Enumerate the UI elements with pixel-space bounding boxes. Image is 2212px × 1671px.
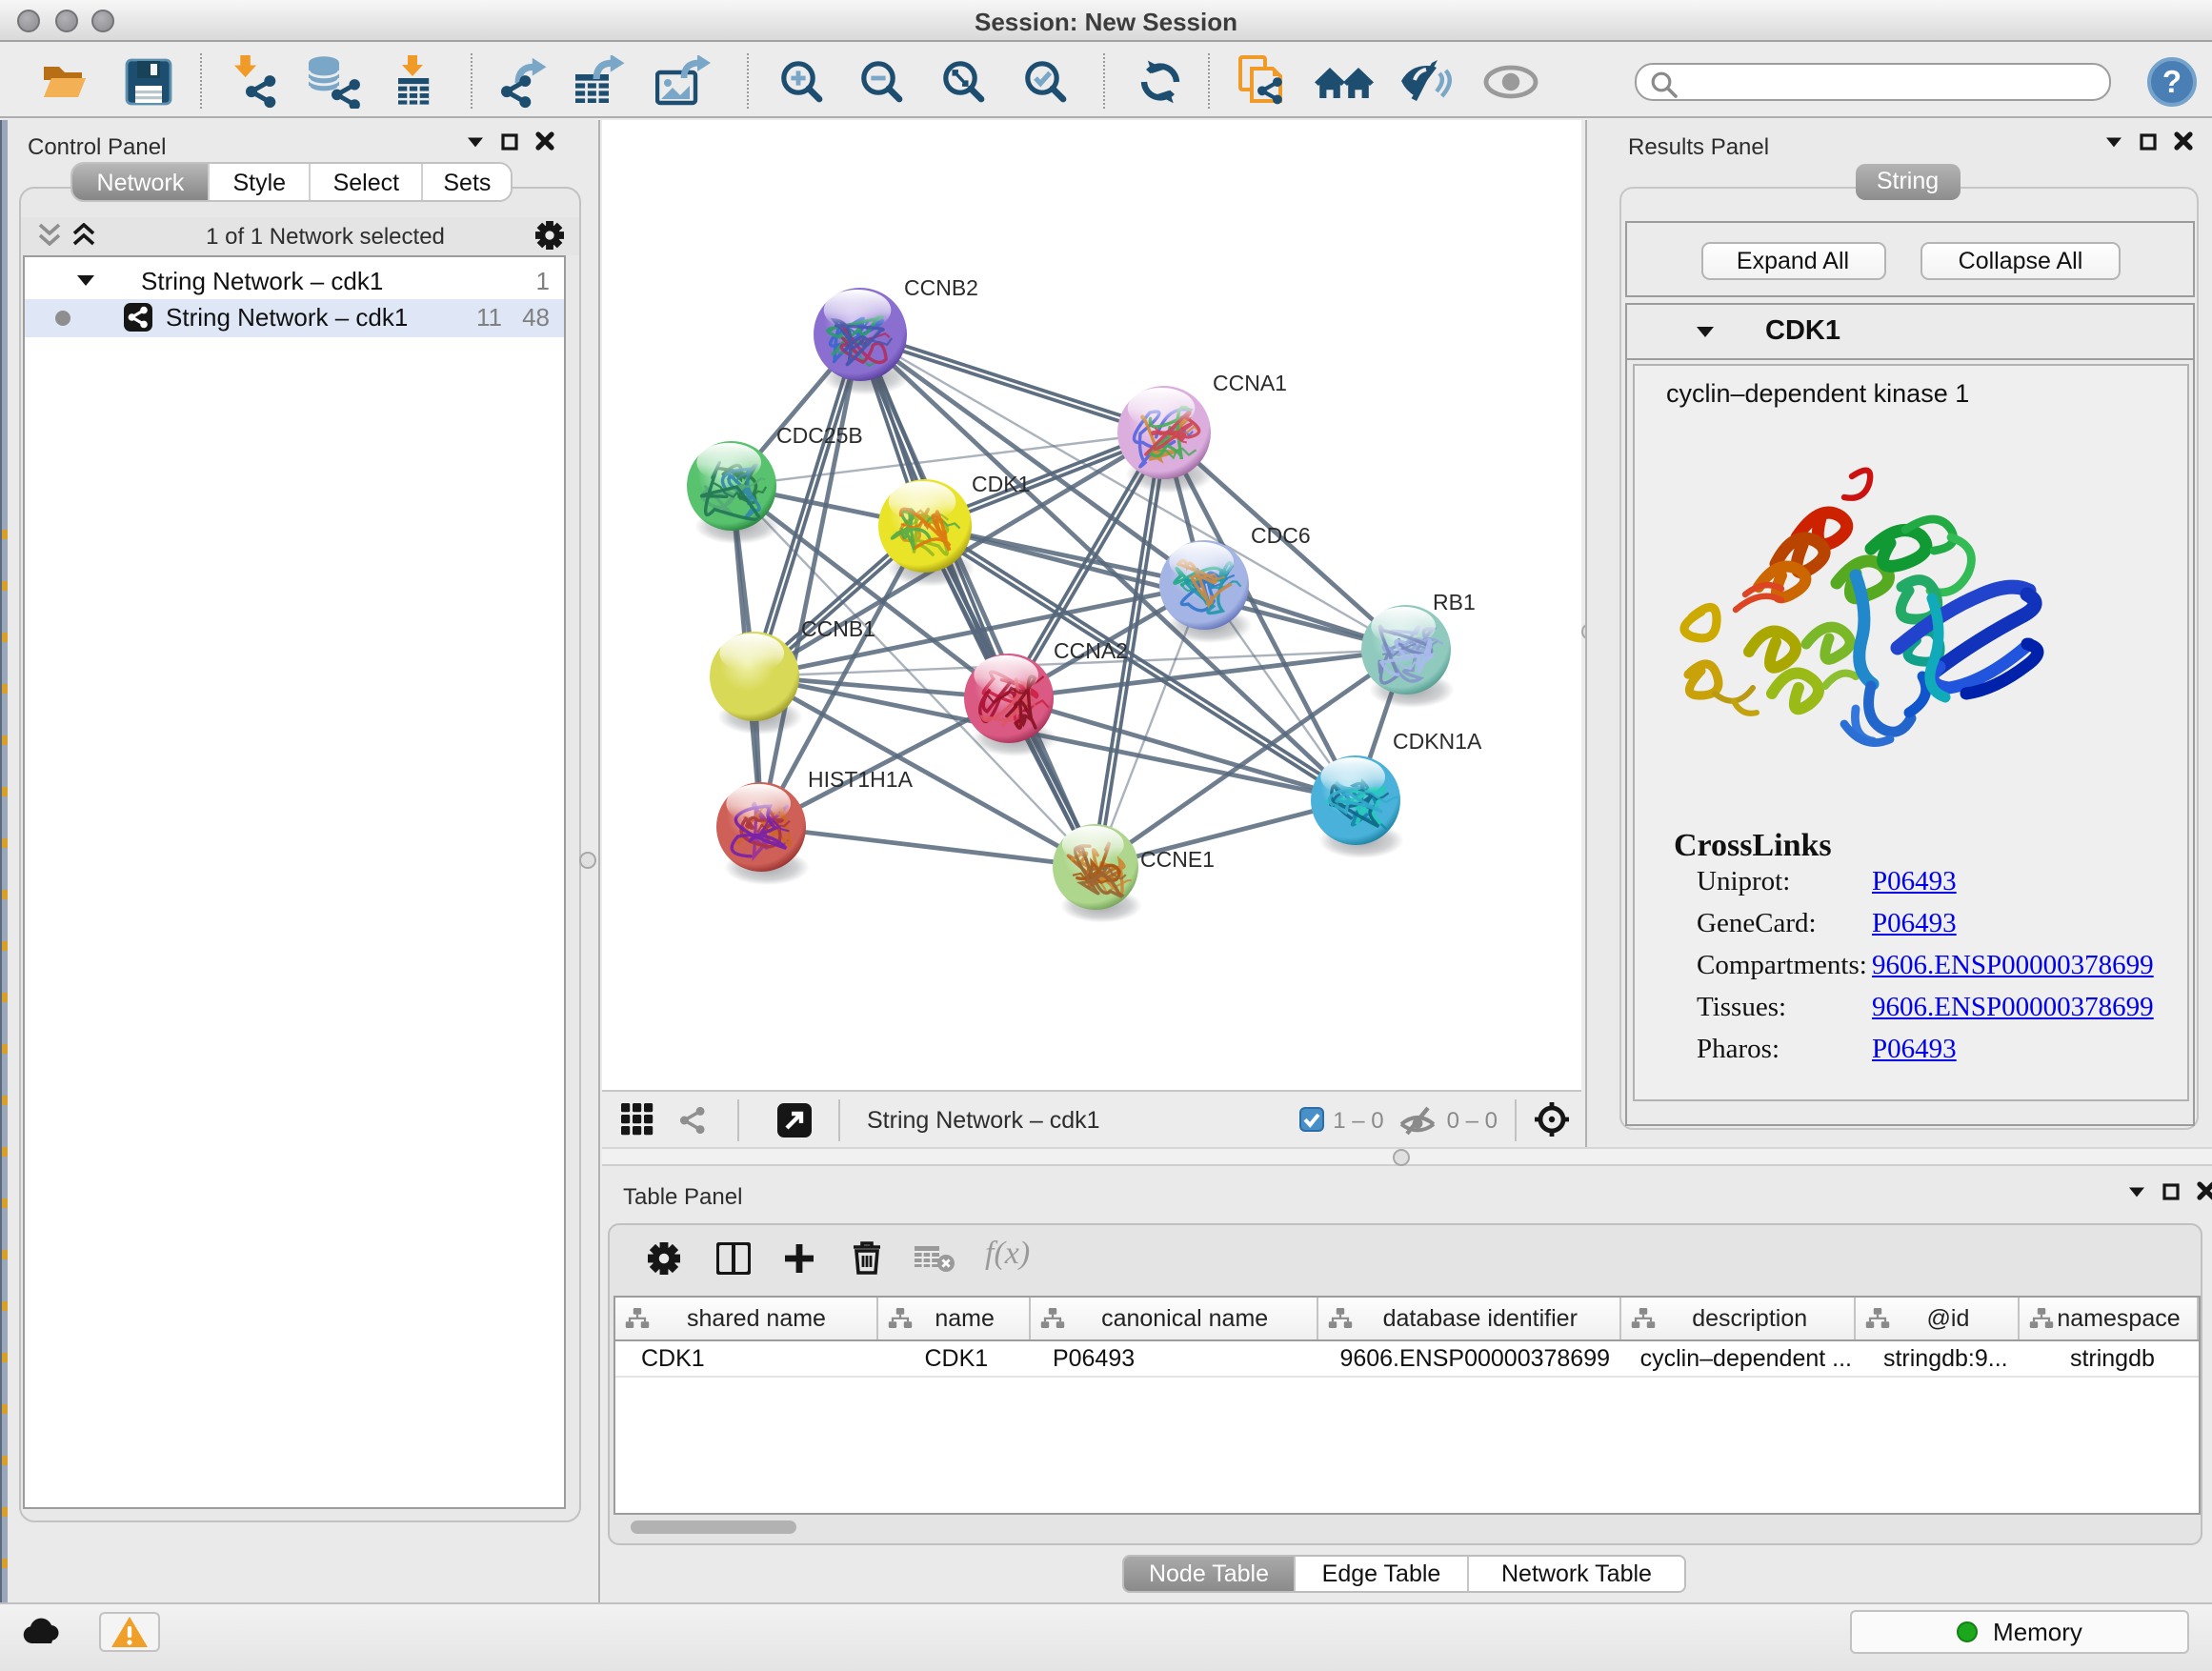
svg-text:CDC25B: CDC25B xyxy=(776,422,863,447)
svg-text:CCNA1: CCNA1 xyxy=(1213,370,1287,394)
svg-text:RB1: RB1 xyxy=(1433,589,1476,614)
svg-text:CCNB2: CCNB2 xyxy=(904,274,978,299)
svg-text:?: ? xyxy=(2162,63,2182,98)
svg-text:CCNE1: CCNE1 xyxy=(1140,846,1215,871)
svg-text:CCNB1: CCNB1 xyxy=(801,615,875,640)
svg-text:CDC6: CDC6 xyxy=(1251,522,1311,547)
svg-text:CCNA2: CCNA2 xyxy=(1054,637,1128,662)
svg-text:HIST1H1A: HIST1H1A xyxy=(808,766,914,791)
svg-text:CDK1: CDK1 xyxy=(972,471,1030,495)
svg-text:CDKN1A: CDKN1A xyxy=(1393,728,1482,753)
